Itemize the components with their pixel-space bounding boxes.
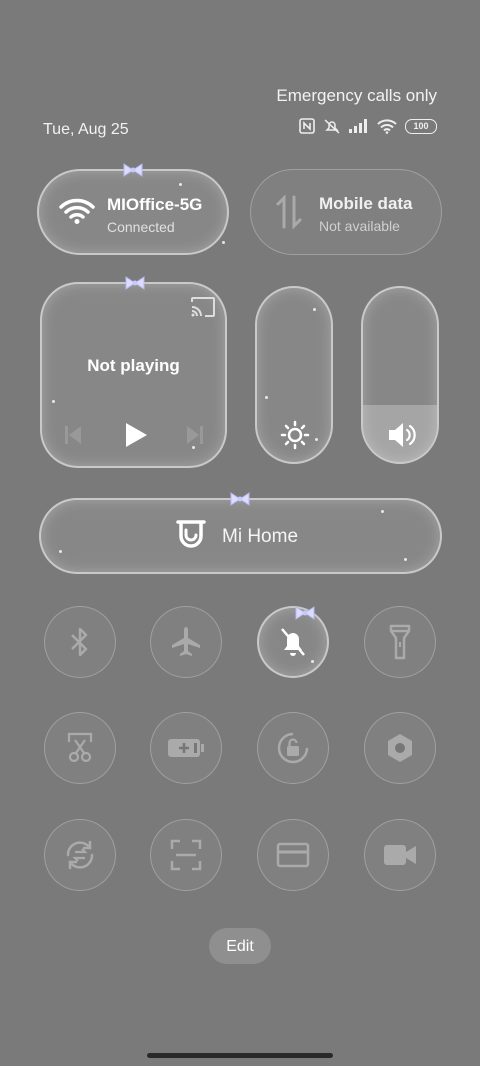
wifi-tile-title: MIOffice-5G — [107, 195, 203, 214]
mi-home-label: Mi Home — [222, 526, 299, 547]
battery-icon: 100 — [405, 118, 437, 134]
sync-toggle[interactable] — [44, 819, 116, 891]
video-camera-icon — [384, 845, 416, 865]
flashlight-icon — [389, 624, 411, 660]
mi-home-icon — [176, 520, 206, 548]
silent-toggle[interactable] — [257, 606, 329, 678]
wifi-icon — [377, 118, 397, 134]
mobile-data-title: Mobile data — [319, 194, 413, 213]
signal-icon — [349, 119, 367, 133]
previous-track-icon[interactable] — [64, 425, 82, 445]
bluetooth-toggle[interactable] — [44, 606, 116, 678]
screenshot-toggle[interactable] — [44, 712, 116, 784]
scanner-toggle[interactable] — [150, 819, 222, 891]
bell-off-icon — [281, 628, 305, 656]
mobile-data-tile[interactable]: Mobile data Not available — [250, 169, 442, 255]
mi-home-tile[interactable]: Mi Home — [39, 492, 442, 574]
battery-plus-icon — [168, 739, 204, 757]
mobile-data-icon — [276, 195, 302, 229]
nfc-icon — [299, 118, 315, 134]
hexagon-settings-icon — [388, 734, 412, 762]
home-indicator[interactable] — [147, 1053, 333, 1058]
play-icon[interactable] — [124, 422, 148, 448]
settings-toggle[interactable] — [364, 712, 436, 784]
mobile-data-status: Not available — [319, 218, 400, 234]
airplane-mode-toggle[interactable] — [150, 606, 222, 678]
credit-card-icon — [276, 842, 310, 868]
battery-saver-toggle[interactable] — [150, 712, 222, 784]
scan-icon — [170, 839, 202, 871]
bell-off-icon — [324, 119, 340, 134]
volume-slider[interactable] — [361, 286, 439, 464]
next-track-icon[interactable] — [186, 425, 204, 445]
emergency-calls-text: Emergency calls only — [276, 86, 437, 105]
card-toggle[interactable] — [257, 819, 329, 891]
bow-decoration-icon — [230, 492, 250, 506]
wifi-tile[interactable]: MIOffice-5G Connected — [37, 163, 229, 255]
bow-decoration-icon — [295, 606, 315, 620]
volume-icon — [389, 423, 416, 447]
wifi-tile-icon — [59, 198, 95, 224]
media-title: Not playing — [87, 356, 180, 375]
rotation-lock-toggle[interactable] — [257, 712, 329, 784]
brightness-icon — [280, 420, 310, 450]
airplane-icon — [172, 627, 200, 656]
status-icons: 100 — [299, 118, 437, 134]
brightness-slider[interactable] — [255, 286, 333, 464]
bluetooth-icon — [71, 627, 88, 657]
bow-decoration-icon — [125, 276, 145, 290]
media-player-tile[interactable]: Not playing — [40, 276, 227, 468]
date-text: Tue, Aug 25 — [43, 121, 129, 138]
cast-icon[interactable] — [190, 296, 216, 318]
bow-decoration-icon — [123, 163, 143, 177]
rotation-lock-icon — [277, 732, 309, 764]
edit-button[interactable]: Edit — [209, 928, 271, 964]
sync-icon — [66, 841, 94, 869]
scissors-icon — [67, 732, 93, 763]
screen-record-toggle[interactable] — [364, 819, 436, 891]
flashlight-toggle[interactable] — [364, 606, 436, 678]
wifi-tile-status: Connected — [107, 219, 175, 235]
